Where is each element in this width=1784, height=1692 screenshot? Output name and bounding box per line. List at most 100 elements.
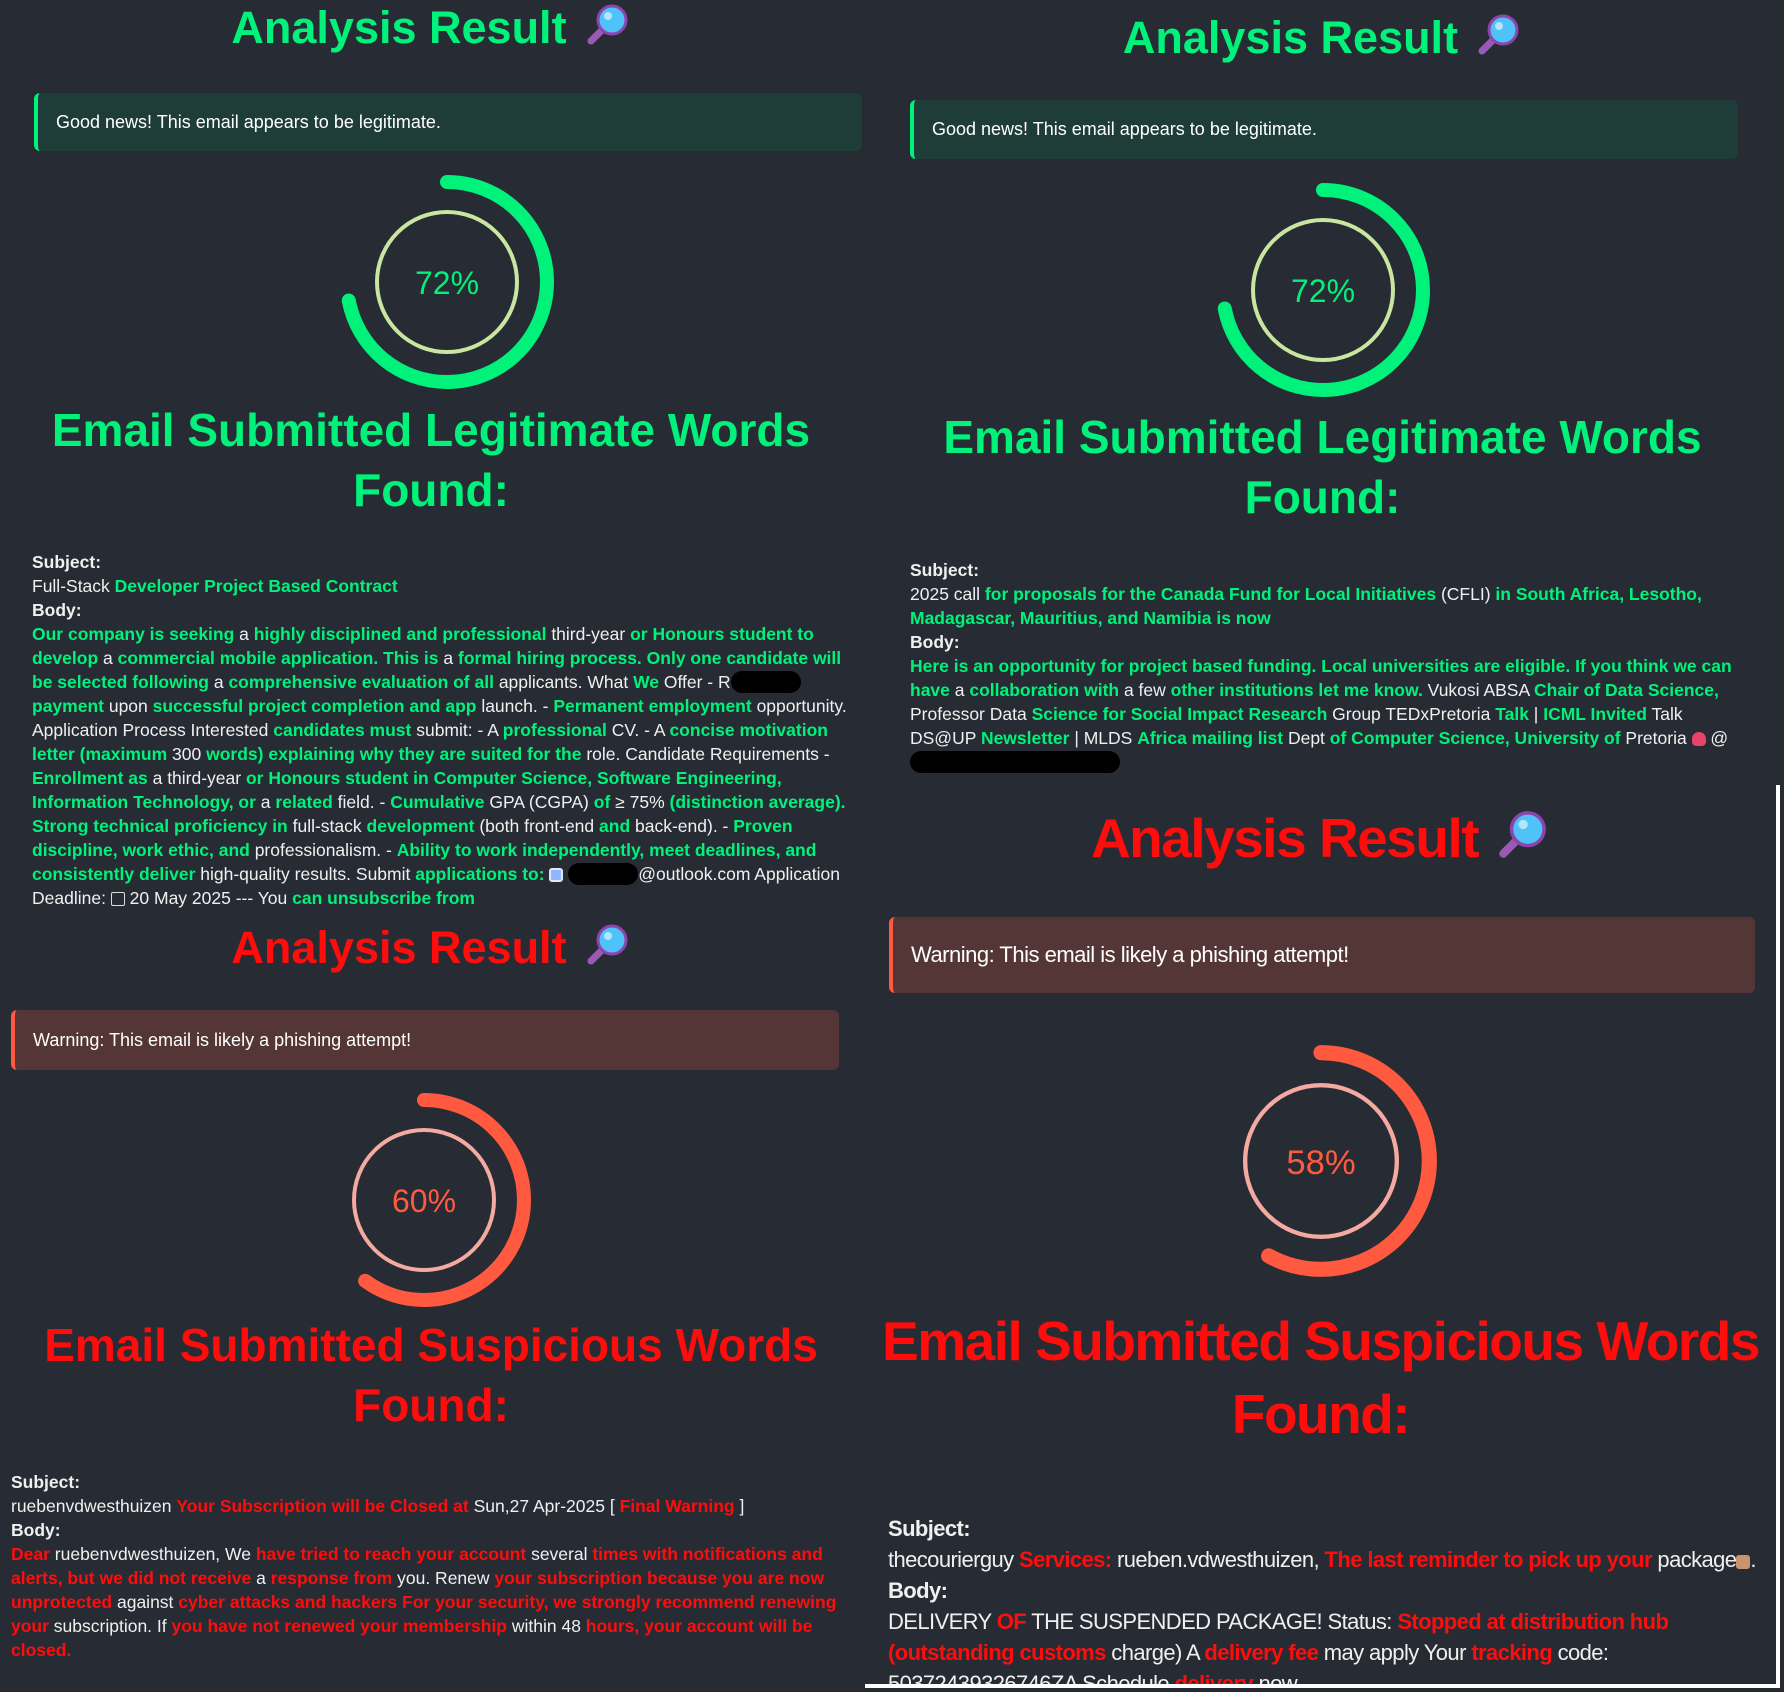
plain-text: thecourierguy — [888, 1547, 1020, 1572]
flagged-word: Final Warning — [619, 1496, 735, 1516]
magnifier-icon — [587, 4, 628, 45]
words-found-heading: Email Submitted Suspicious Words Found: — [44, 1319, 818, 1431]
flagged-word: commercial mobile application. This is — [117, 648, 439, 668]
flagged-word: comprehensive evaluation of all — [228, 672, 494, 692]
analysis-panel-legitimate-1: Analysis Result Good news! This email ap… — [0, 0, 862, 910]
flagged-word: of — [593, 792, 611, 812]
plain-text: CV. - A — [606, 720, 670, 740]
flagged-word: Africa mailing list — [1137, 728, 1284, 748]
subject-label: Subject: — [888, 1516, 971, 1541]
legitimate-alert: Good news! This email appears to be legi… — [34, 93, 862, 151]
flagged-word: Science for Social Impact Research — [1031, 704, 1328, 724]
email-subject: thecourierguy Services: rueben.vdwesthui… — [888, 1544, 1768, 1575]
email-body: Our company is seeking a highly discipli… — [32, 622, 858, 910]
subject-label: Subject: — [32, 552, 102, 572]
flagged-word: ICML Invited — [1543, 704, 1647, 724]
flagged-word: related — [275, 792, 333, 812]
plain-text: package — [1651, 1547, 1737, 1572]
flagged-word: OF — [996, 1609, 1027, 1634]
plain-text: 300 — [167, 744, 207, 764]
plain-text: against — [112, 1592, 179, 1612]
score-percent: 72% — [415, 265, 479, 301]
flagged-word: Chair of Data Science, — [1534, 680, 1719, 700]
score-percent: 58% — [1286, 1144, 1355, 1182]
flagged-word: response from — [270, 1568, 393, 1588]
flagged-word: payment — [32, 696, 104, 716]
plain-text: upon — [103, 696, 153, 716]
magnifier-icon — [587, 924, 628, 965]
flagged-word: highly disciplined and professional — [253, 624, 547, 644]
email-subject: Full-Stack Developer Project Based Contr… — [32, 574, 858, 598]
result-title-text: Analysis Result — [231, 2, 567, 53]
plain-text: field. - — [332, 792, 391, 812]
plain-text: within 48 — [507, 1616, 586, 1636]
body-label: Body: — [888, 1578, 948, 1603]
plain-text: Group TEDxPretoria — [1327, 704, 1496, 724]
plain-text: launch. - — [476, 696, 554, 716]
flagged-word: candidates must — [273, 720, 412, 740]
plain-text: back-end). - — [630, 816, 734, 836]
plain-text: third-year — [546, 624, 631, 644]
flagged-word: successful project completion and app — [152, 696, 477, 716]
plain-text: | MLDS — [1069, 728, 1138, 748]
score-percent: 72% — [1291, 273, 1355, 309]
plain-text: a — [949, 680, 970, 700]
plain-text: GPA (CGPA) — [484, 792, 594, 812]
result-title-text: Analysis Result — [231, 922, 567, 973]
box-icon — [1736, 1555, 1751, 1569]
body-label: Body: — [32, 600, 82, 620]
redaction-mark — [910, 751, 1120, 773]
flagged-word: Your Subscription will be Closed at — [176, 1496, 469, 1516]
plain-text: rueben.vdwesthuizen, — [1111, 1547, 1325, 1572]
plain-text: a — [98, 648, 118, 668]
plain-text: (CFLI) — [1436, 584, 1496, 604]
flagged-word: collaboration with — [969, 680, 1120, 700]
plain-text: a — [234, 624, 254, 644]
plain-text: full-stack — [287, 816, 367, 836]
plain-text: @ — [1705, 728, 1729, 748]
flagged-word: We — [633, 672, 659, 692]
plain-text: subscription. If — [48, 1616, 172, 1636]
words-found-heading: Email Submitted Suspicious Words Found: — [882, 1310, 1760, 1445]
plain-text: 2025 call — [910, 584, 985, 604]
email-content: Subject: thecourierguy Services: rueben.v… — [888, 1513, 1768, 1684]
plain-text: a — [251, 1568, 271, 1588]
flagged-word: Talk — [1495, 704, 1529, 724]
plain-text: you. Renew — [392, 1568, 495, 1588]
result-title: Analysis Result — [0, 920, 862, 976]
plain-text: high-quality results. Submit — [195, 864, 416, 884]
body-label: Body: — [910, 632, 960, 652]
flagged-word: Enrollment as — [32, 768, 148, 788]
flagged-word: Our company is seeking — [32, 624, 235, 644]
plain-text: Sun,27 Apr-2025 [ — [468, 1496, 620, 1516]
subject-label: Subject: — [910, 560, 980, 580]
flagged-word: words) explaining why they are suited fo… — [206, 744, 582, 764]
result-title-text: Analysis Result — [1122, 12, 1459, 63]
plain-text: a few — [1119, 680, 1171, 700]
plain-text: several — [526, 1544, 593, 1564]
plain-text: role. Candidate Requirements - — [581, 744, 830, 764]
flagged-word: other institutions let me know. — [1170, 680, 1423, 700]
plain-text: DELIVERY — [888, 1609, 997, 1634]
mail-icon — [549, 868, 564, 882]
flagged-word: for proposals for the Canada Fund for Lo… — [984, 584, 1437, 604]
phishing-alert: Warning: This email is likely a phishing… — [11, 1010, 839, 1070]
flagged-word: Cumulative — [390, 792, 485, 812]
flagged-word: you have not renewed your membership — [171, 1616, 508, 1636]
score-ring: 60% — [317, 1093, 531, 1307]
plain-text: ruebenvdwesthuizen, We — [49, 1544, 256, 1564]
flagged-word: Services: — [1019, 1547, 1112, 1572]
magnifier-icon — [1499, 811, 1546, 858]
plain-text: THE SUSPENDED PACKAGE! Status: — [1026, 1609, 1398, 1634]
email-content: Subject: Full-Stack Developer Project Bas… — [32, 550, 858, 910]
plain-text: a — [438, 648, 458, 668]
result-title: Analysis Result — [0, 0, 862, 56]
plain-text: applicants. What — [493, 672, 634, 692]
phishing-alert: Warning: This email is likely a phishing… — [889, 917, 1755, 993]
plain-text: Vukosi ABSA — [1422, 680, 1535, 700]
flagged-word: Newsletter — [980, 728, 1070, 748]
flagged-word: tracking — [1471, 1640, 1553, 1665]
redaction-mark — [730, 671, 801, 693]
email-subject: ruebenvdwesthuizen Your Subscription wil… — [11, 1494, 841, 1518]
plain-text: charge) A — [1105, 1640, 1205, 1665]
